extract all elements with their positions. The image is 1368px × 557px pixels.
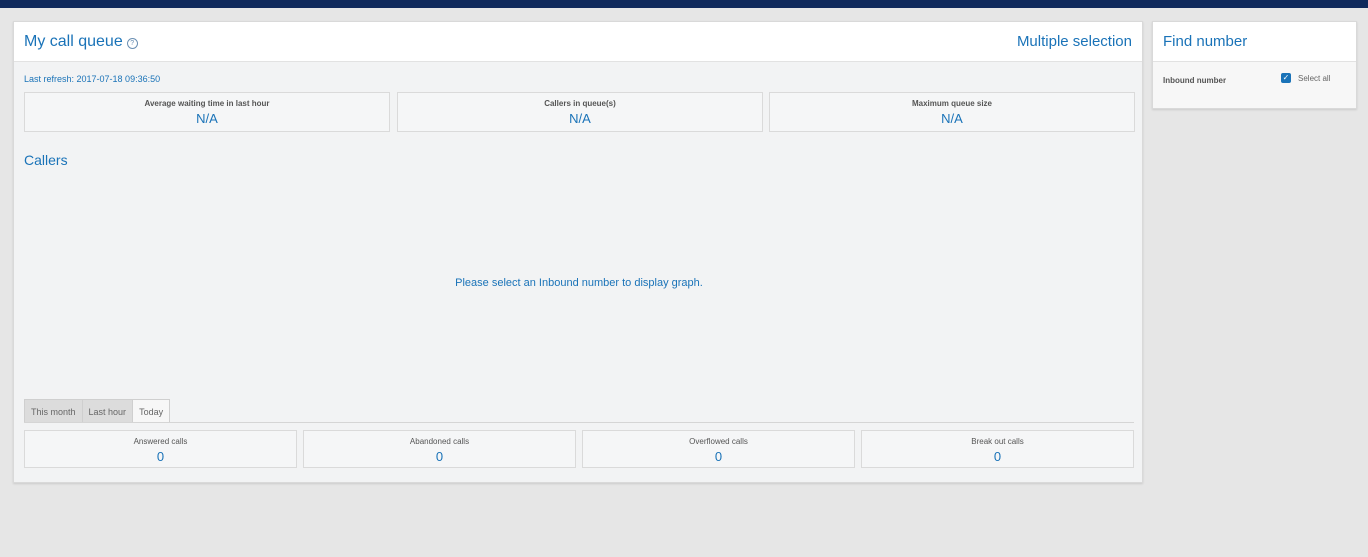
call-queue-header: My call queue? Multiple selection: [14, 22, 1142, 62]
stat-value: N/A: [569, 111, 591, 126]
select-all-label: Select all: [1298, 73, 1331, 83]
help-icon[interactable]: ?: [126, 38, 138, 49]
stat-avg-waiting-time: Average waiting time in last hour N/A: [24, 92, 390, 132]
multiple-selection-link[interactable]: Multiple selection: [1017, 33, 1132, 50]
stat-max-queue-size: Maximum queue size N/A: [769, 92, 1135, 132]
tab-this-month[interactable]: This month: [24, 399, 83, 423]
page-title-text: My call queue: [24, 33, 123, 50]
stat-label: Callers in queue(s): [544, 99, 616, 108]
tab-last-hour[interactable]: Last hour: [82, 399, 134, 423]
graph-placeholder-message: Please select an Inbound number to displ…: [455, 277, 703, 289]
callers-title: Callers: [24, 152, 68, 168]
stat-value: 0: [435, 449, 444, 464]
stat-overflowed-calls: Overflowed calls 0: [582, 430, 855, 468]
stat-label: Break out calls: [971, 437, 1024, 446]
stat-value: 0: [714, 449, 723, 464]
stat-label: Maximum queue size: [911, 99, 993, 108]
select-all-checkbox[interactable]: ✓ Select all: [1281, 73, 1330, 83]
stat-value: 0: [156, 449, 165, 464]
page-title: My call queue?: [24, 33, 138, 51]
checkbox-checked-icon[interactable]: ✓: [1281, 73, 1291, 83]
stat-value: N/A: [941, 111, 963, 126]
stat-label: Overflowed calls: [689, 437, 748, 446]
period-tabs: This month Last hour Today: [24, 399, 171, 423]
stat-value: 0: [993, 449, 1002, 464]
inbound-number-label: Inbound number: [1163, 76, 1227, 85]
find-number-title: Find number: [1163, 33, 1248, 50]
stat-label: Answered calls: [133, 437, 188, 446]
find-number-panel: Find number Inbound number ✓ Select all: [1152, 21, 1357, 109]
stat-label: Abandoned calls: [409, 437, 470, 446]
stat-abandoned-calls: Abandoned calls 0: [303, 430, 576, 468]
find-number-header: Find number: [1153, 22, 1356, 62]
stat-break-out-calls: Break out calls 0: [861, 430, 1134, 468]
top-bar: [0, 0, 1368, 8]
stat-label: Average waiting time in last hour: [144, 99, 270, 108]
stat-answered-calls: Answered calls 0: [24, 430, 297, 468]
tabs-divider: [24, 422, 1134, 423]
last-refresh-text: Last refresh: 2017-07-18 09:36:50: [24, 74, 161, 84]
call-queue-panel: My call queue? Multiple selection Last r…: [13, 21, 1143, 483]
stat-value: N/A: [196, 111, 218, 126]
tab-today[interactable]: Today: [133, 399, 171, 423]
stat-callers-in-queue: Callers in queue(s) N/A: [397, 92, 763, 132]
